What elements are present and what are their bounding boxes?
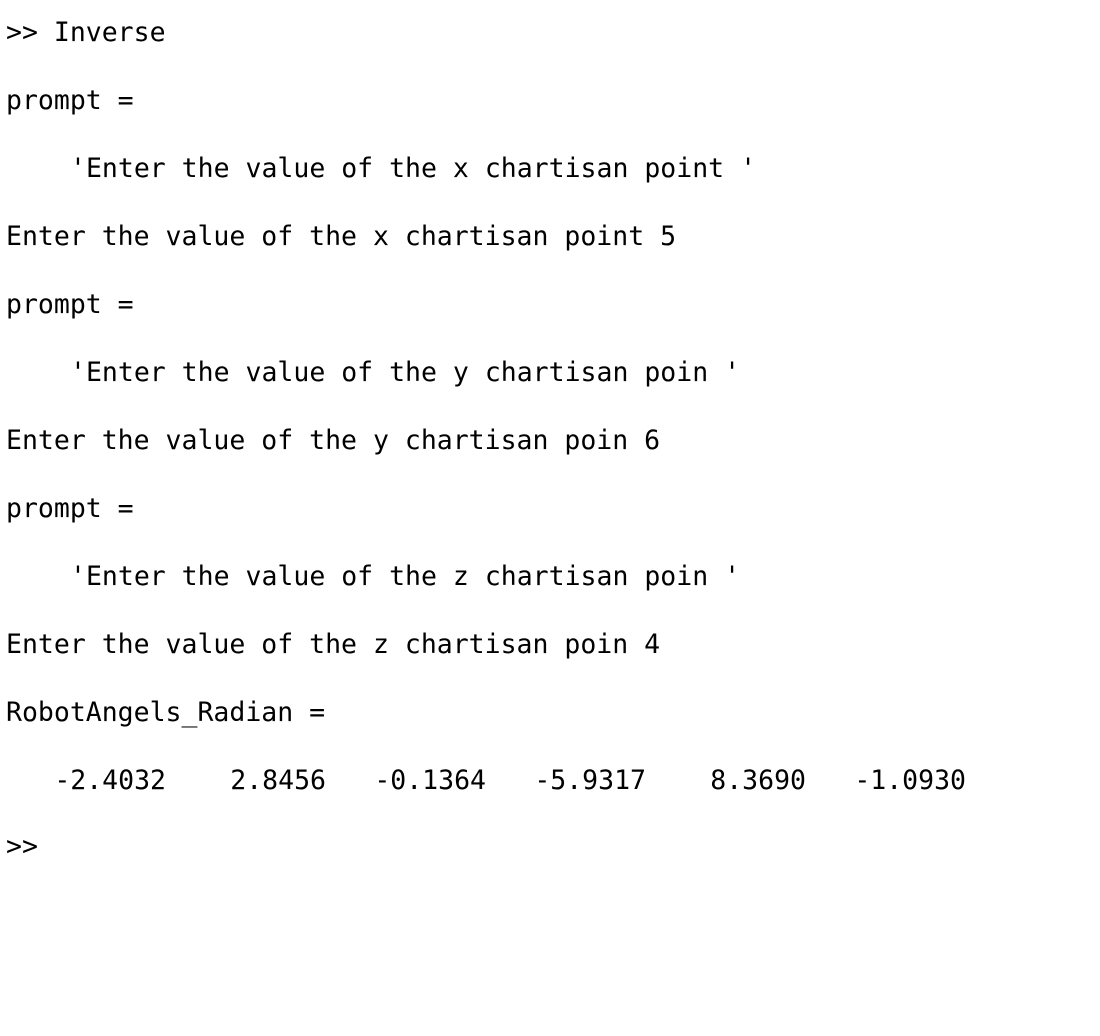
prompt-var-header-2: prompt = [6,289,134,320]
input-echo-3: Enter the value of the z chartisan poin … [6,629,661,660]
result-value: 8.3690 [710,765,806,796]
command-window[interactable]: >> Inverse prompt = 'Enter the value of … [6,0,1096,862]
input-echo-2: Enter the value of the y chartisan poin … [6,425,661,456]
result-value: -2.4032 [54,765,166,796]
command-prompt[interactable]: >> [6,830,38,864]
command-line: >> Inverse [6,17,166,48]
prompt-var-header-1: prompt = [6,85,134,116]
prompt-var-header-3: prompt = [6,493,134,524]
result-value: -1.0930 [854,765,966,796]
prompt-string-1: 'Enter the value of the x chartisan poin… [70,153,757,184]
input-echo-1: Enter the value of the x chartisan point… [6,221,677,252]
result-value: -0.1364 [374,765,486,796]
prompt-string-2: 'Enter the value of the y chartisan poin… [70,357,741,388]
result-var-header: RobotAngels_Radian = [6,697,326,728]
result-value: 2.8456 [230,765,326,796]
prompt-string-3: 'Enter the value of the z chartisan poin… [70,561,741,592]
result-value: -5.9317 [534,765,646,796]
result-values-row: -2.4032 2.8456 -0.1364 -5.9317 8.3690 -1… [6,764,1006,798]
